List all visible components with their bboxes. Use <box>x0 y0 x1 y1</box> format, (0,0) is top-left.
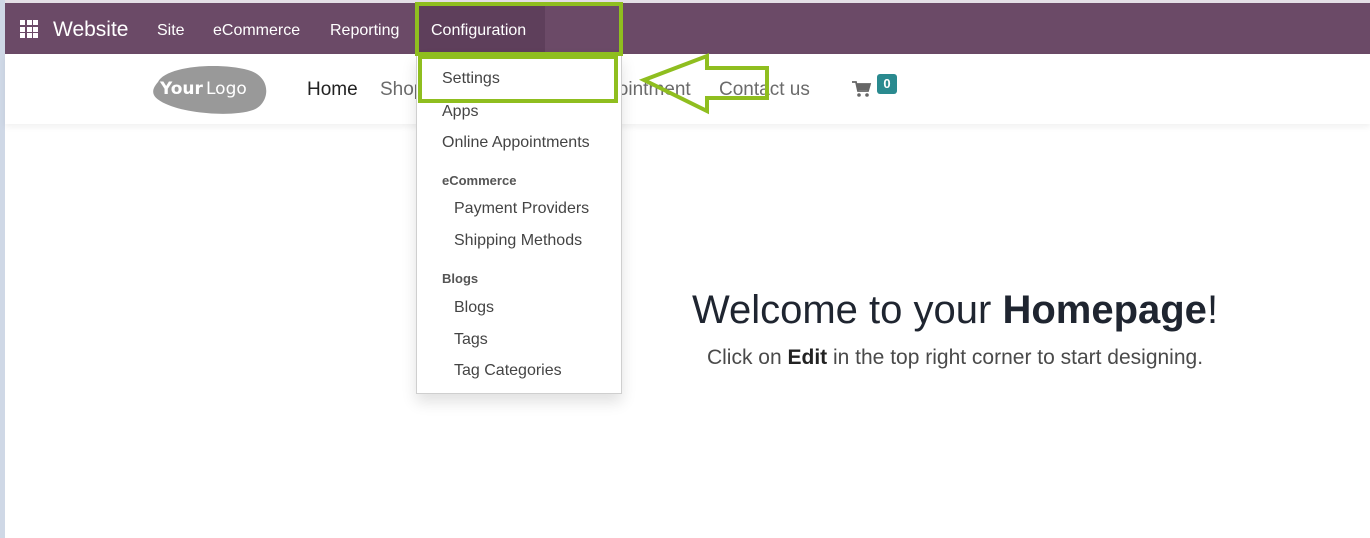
odoo-topbar: Website Site eCommerce Reporting Configu… <box>5 3 1370 54</box>
website-header: Your Logo Home Shop Appointment Contact … <box>5 54 1370 124</box>
dropdown-item-payment-providers[interactable]: Payment Providers <box>454 200 589 218</box>
configuration-dropdown: Settings Apps Online Appointments eComme… <box>416 54 622 394</box>
hero-sub-prefix: Click on <box>706 346 788 369</box>
settings-highlight-box <box>418 55 618 103</box>
dropdown-item-tag-categories[interactable]: Tag Categories <box>454 362 562 380</box>
logo-light-text: Logo <box>206 79 247 99</box>
configuration-highlight-box <box>415 2 623 56</box>
hero-title-prefix: Welcome to your <box>691 288 1003 332</box>
hero-title: Welcome to your Homepage! <box>0 288 1370 333</box>
app-title[interactable]: Website <box>53 18 128 42</box>
dropdown-item-blogs[interactable]: Blogs <box>454 299 494 317</box>
dropdown-item-shipping-methods[interactable]: Shipping Methods <box>454 232 582 250</box>
dropdown-item-tags[interactable]: Tags <box>454 331 488 349</box>
your-logo[interactable]: Your Logo <box>148 64 268 114</box>
hero-title-suffix: ! <box>1206 288 1219 332</box>
nav-contact-us[interactable]: Contact us <box>719 79 810 101</box>
apps-grid-icon[interactable] <box>20 20 38 38</box>
hero-sub-edit: Edit <box>787 346 828 369</box>
dropdown-section-blogs: Blogs <box>442 271 479 286</box>
cart-count-badge: 0 <box>877 74 897 94</box>
menu-ecommerce[interactable]: eCommerce <box>213 22 300 40</box>
nav-home[interactable]: Home <box>307 79 358 101</box>
menu-reporting[interactable]: Reporting <box>330 22 399 40</box>
logo-bold-text: Your <box>159 79 204 99</box>
hero-title-bold: Homepage <box>1002 288 1207 332</box>
hero-sub-suffix: in the top right corner to start designi… <box>827 346 1204 369</box>
dropdown-section-ecommerce: eCommerce <box>442 173 517 188</box>
menu-site[interactable]: Site <box>157 22 185 40</box>
shopping-cart-icon[interactable] <box>852 80 872 98</box>
dropdown-item-apps[interactable]: Apps <box>442 103 478 121</box>
hero-subtitle: Click on Edit in the top right corner to… <box>0 346 1370 370</box>
dropdown-item-online-appointments[interactable]: Online Appointments <box>442 134 590 152</box>
